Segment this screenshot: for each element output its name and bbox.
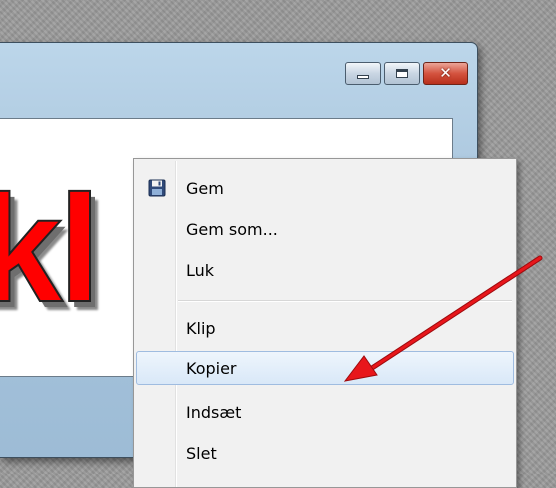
maximize-button[interactable] bbox=[384, 62, 420, 85]
menu-item-label: Kopier bbox=[186, 359, 237, 378]
menu-item-label: Klip bbox=[186, 319, 216, 338]
menu-item-gem-som[interactable]: Gem som... bbox=[136, 212, 514, 246]
title-bar[interactable]: ✕ bbox=[0, 43, 477, 101]
close-button[interactable]: ✕ bbox=[423, 62, 468, 85]
menu-item-kopier[interactable]: Kopier bbox=[136, 351, 514, 385]
menu-item-klip[interactable]: Klip bbox=[136, 311, 514, 345]
menu-item-label: Gem bbox=[186, 179, 224, 198]
window-controls: ✕ bbox=[345, 62, 468, 85]
minimize-button[interactable] bbox=[345, 62, 381, 85]
content-text: kl bbox=[0, 164, 102, 334]
menu-item-label: Slet bbox=[186, 444, 217, 463]
menu-item-slet[interactable]: Slet bbox=[136, 436, 514, 470]
close-icon: ✕ bbox=[439, 64, 452, 82]
menu-item-label: Gem som... bbox=[186, 220, 278, 239]
floppy-disk-icon bbox=[148, 179, 166, 197]
maximize-icon bbox=[396, 69, 408, 78]
context-menu: Gem Gem som... Luk Klip Kopier Indsæt Sl… bbox=[133, 158, 517, 488]
menu-separator bbox=[178, 300, 512, 302]
minimize-icon bbox=[357, 74, 369, 79]
menu-item-luk[interactable]: Luk bbox=[136, 253, 514, 287]
menu-item-label: Indsæt bbox=[186, 403, 242, 422]
menu-item-label: Luk bbox=[186, 261, 215, 280]
menu-item-gem[interactable]: Gem bbox=[136, 171, 514, 205]
menu-item-indsaet[interactable]: Indsæt bbox=[136, 395, 514, 429]
